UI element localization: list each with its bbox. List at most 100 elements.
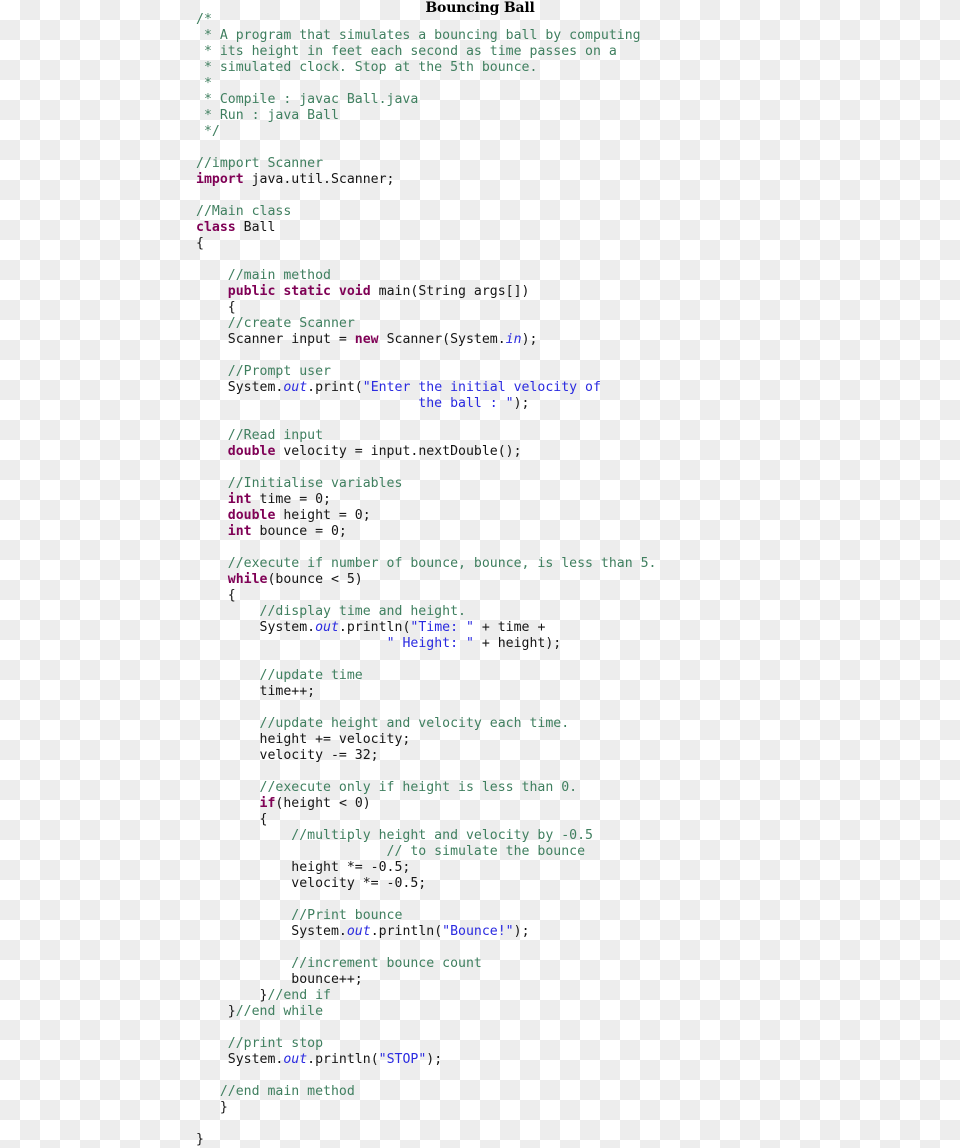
code-token-plain: } xyxy=(196,1100,228,1115)
code-line: double height = 0; xyxy=(196,508,960,524)
code-line: * Run : java Ball xyxy=(196,108,960,124)
code-token-keyword: if xyxy=(259,796,276,811)
code-line: //multiply height and velocity by -0.5 xyxy=(196,828,960,844)
code-token-plain: (height < 0) xyxy=(275,796,371,811)
code-line: //import Scanner xyxy=(196,156,960,172)
code-token-keyword: while xyxy=(227,572,268,587)
code-token-plain: ); xyxy=(513,396,530,411)
code-line: the ball : "); xyxy=(196,396,960,412)
code-token-plain: System. xyxy=(196,924,347,939)
code-line: //Read input xyxy=(196,428,960,444)
code-token-plain: velocity -= 32; xyxy=(196,748,379,763)
code-token-plain: Scanner(System. xyxy=(378,332,506,347)
code-line: bounce++; xyxy=(196,972,960,988)
code-line: Scanner input = new Scanner(System.in); xyxy=(196,332,960,348)
code-token-plain: main(String args[]) xyxy=(370,284,530,299)
code-token-comment: //multiply height and velocity by -0.5 xyxy=(196,828,593,843)
code-line: System.out.println("Bounce!"); xyxy=(196,924,960,940)
code-token-plain: } xyxy=(196,1004,236,1019)
code-token-plain: java.util.Scanner; xyxy=(243,172,395,187)
code-token-string: the ball : " xyxy=(196,396,514,411)
code-token-comment: //Initialise variables xyxy=(196,476,403,491)
code-token-plain: { xyxy=(196,588,236,603)
code-token-comment: */ xyxy=(196,124,220,139)
code-line: if(height < 0) xyxy=(196,796,960,812)
code-token-plain: time = 0; xyxy=(251,492,331,507)
code-line: public static void main(String args[]) xyxy=(196,284,960,300)
code-token-comment: //Main class xyxy=(196,204,292,219)
code-token-comment: * xyxy=(196,76,212,91)
code-line: " Height: " + height); xyxy=(196,636,960,652)
code-line: int bounce = 0; xyxy=(196,524,960,540)
code-token-plain: ); xyxy=(513,924,530,939)
code-line: //update height and velocity each time. xyxy=(196,716,960,732)
source-code-listing: /* * A program that simulates a bouncing… xyxy=(196,12,960,1148)
code-token-comment: * simulated clock. Stop at the 5th bounc… xyxy=(196,60,538,75)
code-token-plain: { xyxy=(196,236,204,251)
code-line: //create Scanner xyxy=(196,316,960,332)
code-token-comment: //main method xyxy=(196,268,331,283)
code-token-plain: time++; xyxy=(196,684,316,699)
code-token-plain: } xyxy=(196,1132,204,1147)
code-token-comment: //execute only if height is less than 0. xyxy=(196,780,578,795)
code-token-string: "Enter the initial velocity of xyxy=(362,380,601,395)
code-line: int time = 0; xyxy=(196,492,960,508)
code-line: * xyxy=(196,76,960,92)
code-token-keyword: import xyxy=(196,172,244,187)
code-line: { xyxy=(196,236,960,252)
code-line: * simulated clock. Stop at the 5th bounc… xyxy=(196,60,960,76)
code-token-comment: * its height in feet each second as time… xyxy=(196,44,617,59)
code-token-keyword: new xyxy=(354,332,379,347)
code-token-keyword: double xyxy=(227,508,276,523)
code-token-plain: System. xyxy=(196,1052,284,1067)
code-token-comment: //display time and height. xyxy=(196,604,466,619)
code-line: double velocity = input.nextDouble(); xyxy=(196,444,960,460)
code-line: * its height in feet each second as time… xyxy=(196,44,960,60)
code-token-plain: velocity *= -0.5; xyxy=(196,876,427,891)
code-token-keyword: int xyxy=(227,524,252,539)
code-token-keyword: double xyxy=(227,444,276,459)
code-token-comment: //update time xyxy=(196,668,363,683)
code-token-plain: { xyxy=(196,300,236,315)
code-line: height += velocity; xyxy=(196,732,960,748)
code-line: //increment bounce count xyxy=(196,956,960,972)
code-line: System.out.print("Enter the initial velo… xyxy=(196,380,960,396)
code-line: //update time xyxy=(196,668,960,684)
code-token-comment: //Print bounce xyxy=(196,908,403,923)
code-token-field: out xyxy=(283,1052,308,1067)
code-line: * Compile : javac Ball.java xyxy=(196,92,960,108)
code-line: * A program that simulates a bouncing ba… xyxy=(196,28,960,44)
code-token-plain: bounce = 0; xyxy=(251,524,347,539)
code-line: //display time and height. xyxy=(196,604,960,620)
code-line: //main method xyxy=(196,268,960,284)
code-token-comment: * A program that simulates a bouncing ba… xyxy=(196,28,641,43)
code-token-plain: .println( xyxy=(338,620,411,635)
code-token-string: "Bounce!" xyxy=(442,924,514,939)
code-line: //execute only if height is less than 0. xyxy=(196,780,960,796)
code-token-comment: //Prompt user xyxy=(196,364,331,379)
code-line: import java.util.Scanner; xyxy=(196,172,960,188)
code-line: { xyxy=(196,588,960,604)
code-token-comment: * Run : java Ball xyxy=(196,108,339,123)
code-token-comment: /* xyxy=(196,12,212,27)
code-token-comment: //import Scanner xyxy=(196,156,324,171)
code-token-plain: Scanner input = xyxy=(196,332,355,347)
code-token-keyword: int xyxy=(227,492,252,507)
code-token-plain: height = 0; xyxy=(275,508,371,523)
